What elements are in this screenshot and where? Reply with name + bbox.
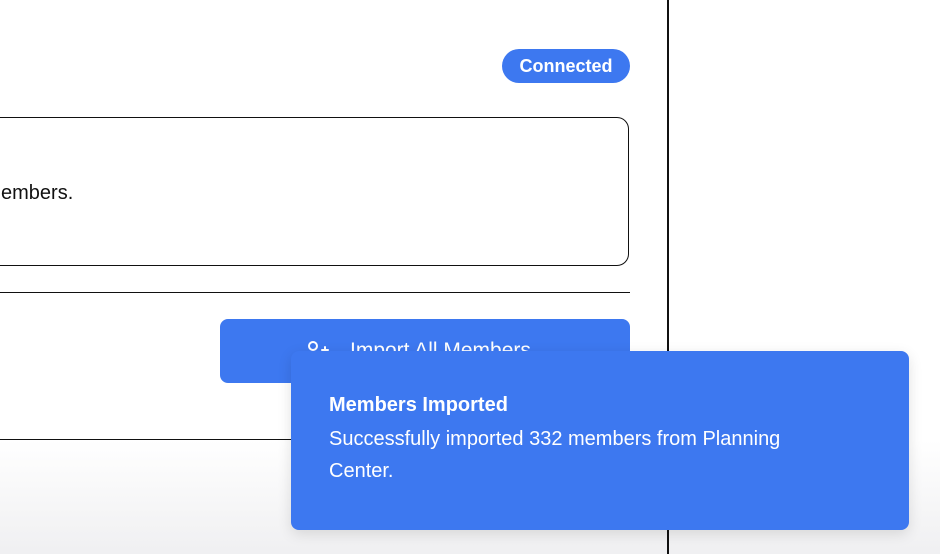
toast-title: Members Imported xyxy=(329,394,508,416)
app-viewport: Connected embers. Import All Members Mem… xyxy=(0,0,940,554)
info-card: embers. xyxy=(0,117,629,266)
info-card-text: embers. xyxy=(1,181,73,205)
section-divider xyxy=(0,292,630,294)
toast-notification[interactable]: Members Imported Successfully imported 3… xyxy=(291,351,909,530)
toast-message: Successfully imported 332 members from P… xyxy=(329,428,781,482)
info-card-description: embers. xyxy=(1,182,74,204)
status-badge: Connected xyxy=(502,49,630,83)
section-divider-bottom xyxy=(0,439,300,441)
